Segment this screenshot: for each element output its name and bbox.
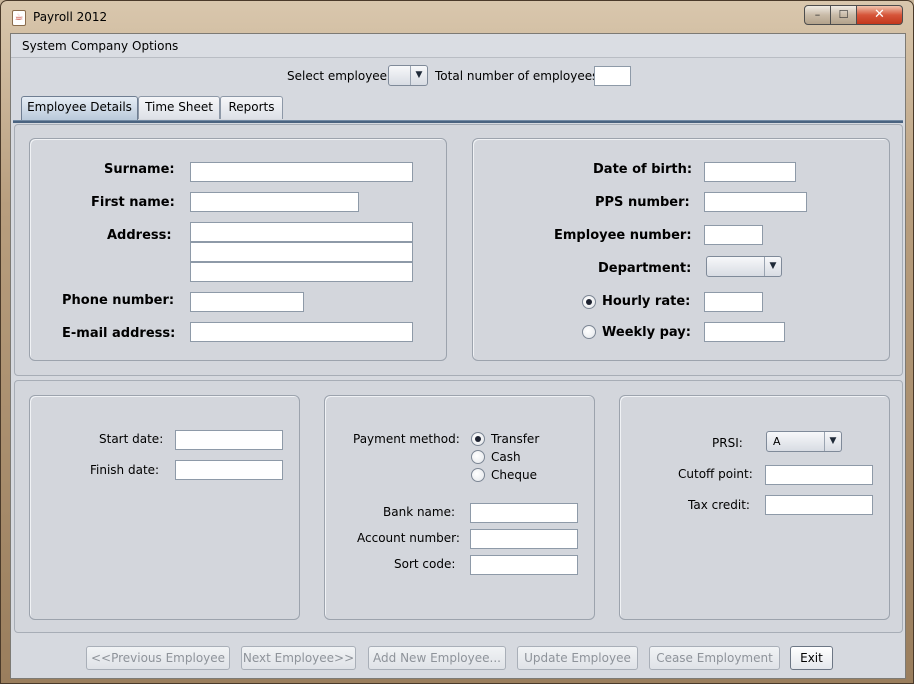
finish-date-field[interactable] <box>175 460 283 480</box>
personal-details-group: Surname: First name: Address: Phone numb… <box>29 138 447 361</box>
total-employees-field[interactable] <box>594 66 631 86</box>
title-bar[interactable]: ☕ Payroll 2012 – ☐ ✕ <box>1 1 913 33</box>
hourly-rate-label: Hourly rate: <box>602 294 691 309</box>
email-label: E-mail address: <box>62 326 176 341</box>
payment-cash-radio[interactable] <box>471 450 485 464</box>
dob-label: Date of birth: <box>593 162 693 177</box>
menu-options[interactable]: Options <box>132 39 178 53</box>
start-date-field[interactable] <box>175 430 283 450</box>
tax-group: PRSI: A ▼ Cutoff point: Tax credit: <box>619 395 890 620</box>
surname-field[interactable] <box>190 162 413 182</box>
surname-label: Surname: <box>104 162 175 177</box>
payment-group: Payment method: Transfer Cash Cheque Ban… <box>324 395 595 620</box>
tax-credit-field[interactable] <box>765 495 873 515</box>
hourly-rate-field[interactable] <box>704 292 763 312</box>
cutoff-point-field[interactable] <box>765 465 873 485</box>
cease-employment-button[interactable]: Cease Employment <box>649 646 780 670</box>
next-employee-button[interactable]: Next Employee>> <box>241 646 356 670</box>
previous-employee-button[interactable]: <<Previous Employee <box>86 646 230 670</box>
lower-panel: Start date: Finish date: Payment method:… <box>14 380 903 633</box>
pps-label: PPS number: <box>595 195 690 210</box>
payment-cheque-label: Cheque <box>491 468 537 482</box>
first-name-field[interactable] <box>190 192 359 212</box>
employee-number-field[interactable] <box>704 225 763 245</box>
payment-transfer-label: Transfer <box>491 432 540 446</box>
department-combo[interactable]: ▼ <box>706 256 782 277</box>
minimize-button[interactable]: – <box>804 5 831 25</box>
tab-underline <box>13 120 903 123</box>
hourly-rate-radio[interactable] <box>582 295 596 309</box>
email-field[interactable] <box>190 322 413 342</box>
exit-button[interactable]: Exit <box>790 646 833 670</box>
tab-employee-details[interactable]: Employee Details <box>21 96 138 120</box>
sort-code-label: Sort code: <box>394 557 456 571</box>
menu-system[interactable]: System <box>22 39 67 53</box>
address-line-2-field[interactable] <box>190 242 413 262</box>
pps-field[interactable] <box>704 192 807 212</box>
first-name-label: First name: <box>91 195 175 210</box>
payment-cheque-radio[interactable] <box>471 468 485 482</box>
address-line-1-field[interactable] <box>190 222 413 242</box>
menu-bar: System Company Options <box>11 34 905 58</box>
bank-name-label: Bank name: <box>383 505 456 519</box>
tax-credit-label: Tax credit: <box>688 498 750 512</box>
update-employee-button[interactable]: Update Employee <box>517 646 638 670</box>
payment-transfer-radio[interactable] <box>471 432 485 446</box>
account-number-label: Account number: <box>357 531 460 545</box>
finish-date-label: Finish date: <box>90 463 160 477</box>
weekly-pay-label: Weekly pay: <box>602 325 691 340</box>
select-employee-combo[interactable]: ▼ <box>388 65 428 86</box>
sort-code-field[interactable] <box>470 555 578 575</box>
bank-name-field[interactable] <box>470 503 578 523</box>
tab-time-sheet[interactable]: Time Sheet <box>138 96 220 119</box>
select-employee-label: Select employee: <box>287 69 392 83</box>
java-app-icon: ☕ <box>12 10 26 26</box>
total-employees-label: Total number of employees: <box>435 69 603 83</box>
dob-field[interactable] <box>704 162 796 182</box>
address-line-3-field[interactable] <box>190 262 413 282</box>
upper-panel: Surname: First name: Address: Phone numb… <box>14 124 903 376</box>
weekly-pay-field[interactable] <box>704 322 785 342</box>
chevron-down-icon: ▼ <box>824 432 841 451</box>
employment-dates-group: Start date: Finish date: <box>29 395 300 620</box>
maximize-button[interactable]: ☐ <box>831 5 857 25</box>
phone-label: Phone number: <box>62 293 175 308</box>
weekly-pay-radio[interactable] <box>582 325 596 339</box>
chevron-down-icon: ▼ <box>764 257 781 276</box>
client-area: System Company Options Select employee: … <box>10 33 906 679</box>
tab-reports[interactable]: Reports <box>220 96 283 119</box>
window-title: Payroll 2012 <box>33 10 108 24</box>
account-number-field[interactable] <box>470 529 578 549</box>
start-date-label: Start date: <box>99 432 164 446</box>
prsi-label: PRSI: <box>712 436 743 450</box>
app-window: ☕ Payroll 2012 – ☐ ✕ System Company Opti… <box>0 0 914 684</box>
cutoff-point-label: Cutoff point: <box>678 467 753 481</box>
phone-field[interactable] <box>190 292 304 312</box>
prsi-combo[interactable]: A ▼ <box>766 431 842 452</box>
employment-details-group: Date of birth: PPS number: Employee numb… <box>472 138 890 361</box>
chevron-down-icon: ▼ <box>410 66 427 85</box>
menu-company[interactable]: Company <box>71 39 128 53</box>
prsi-value: A <box>773 435 781 448</box>
employee-number-label: Employee number: <box>554 228 692 243</box>
address-label: Address: <box>107 228 172 243</box>
window-controls: – ☐ ✕ <box>804 5 903 25</box>
department-label: Department: <box>598 261 692 276</box>
payment-method-label: Payment method: <box>353 432 460 446</box>
payment-cash-label: Cash <box>491 450 521 464</box>
close-button[interactable]: ✕ <box>857 5 903 25</box>
add-new-employee-button[interactable]: Add New Employee... <box>368 646 506 670</box>
